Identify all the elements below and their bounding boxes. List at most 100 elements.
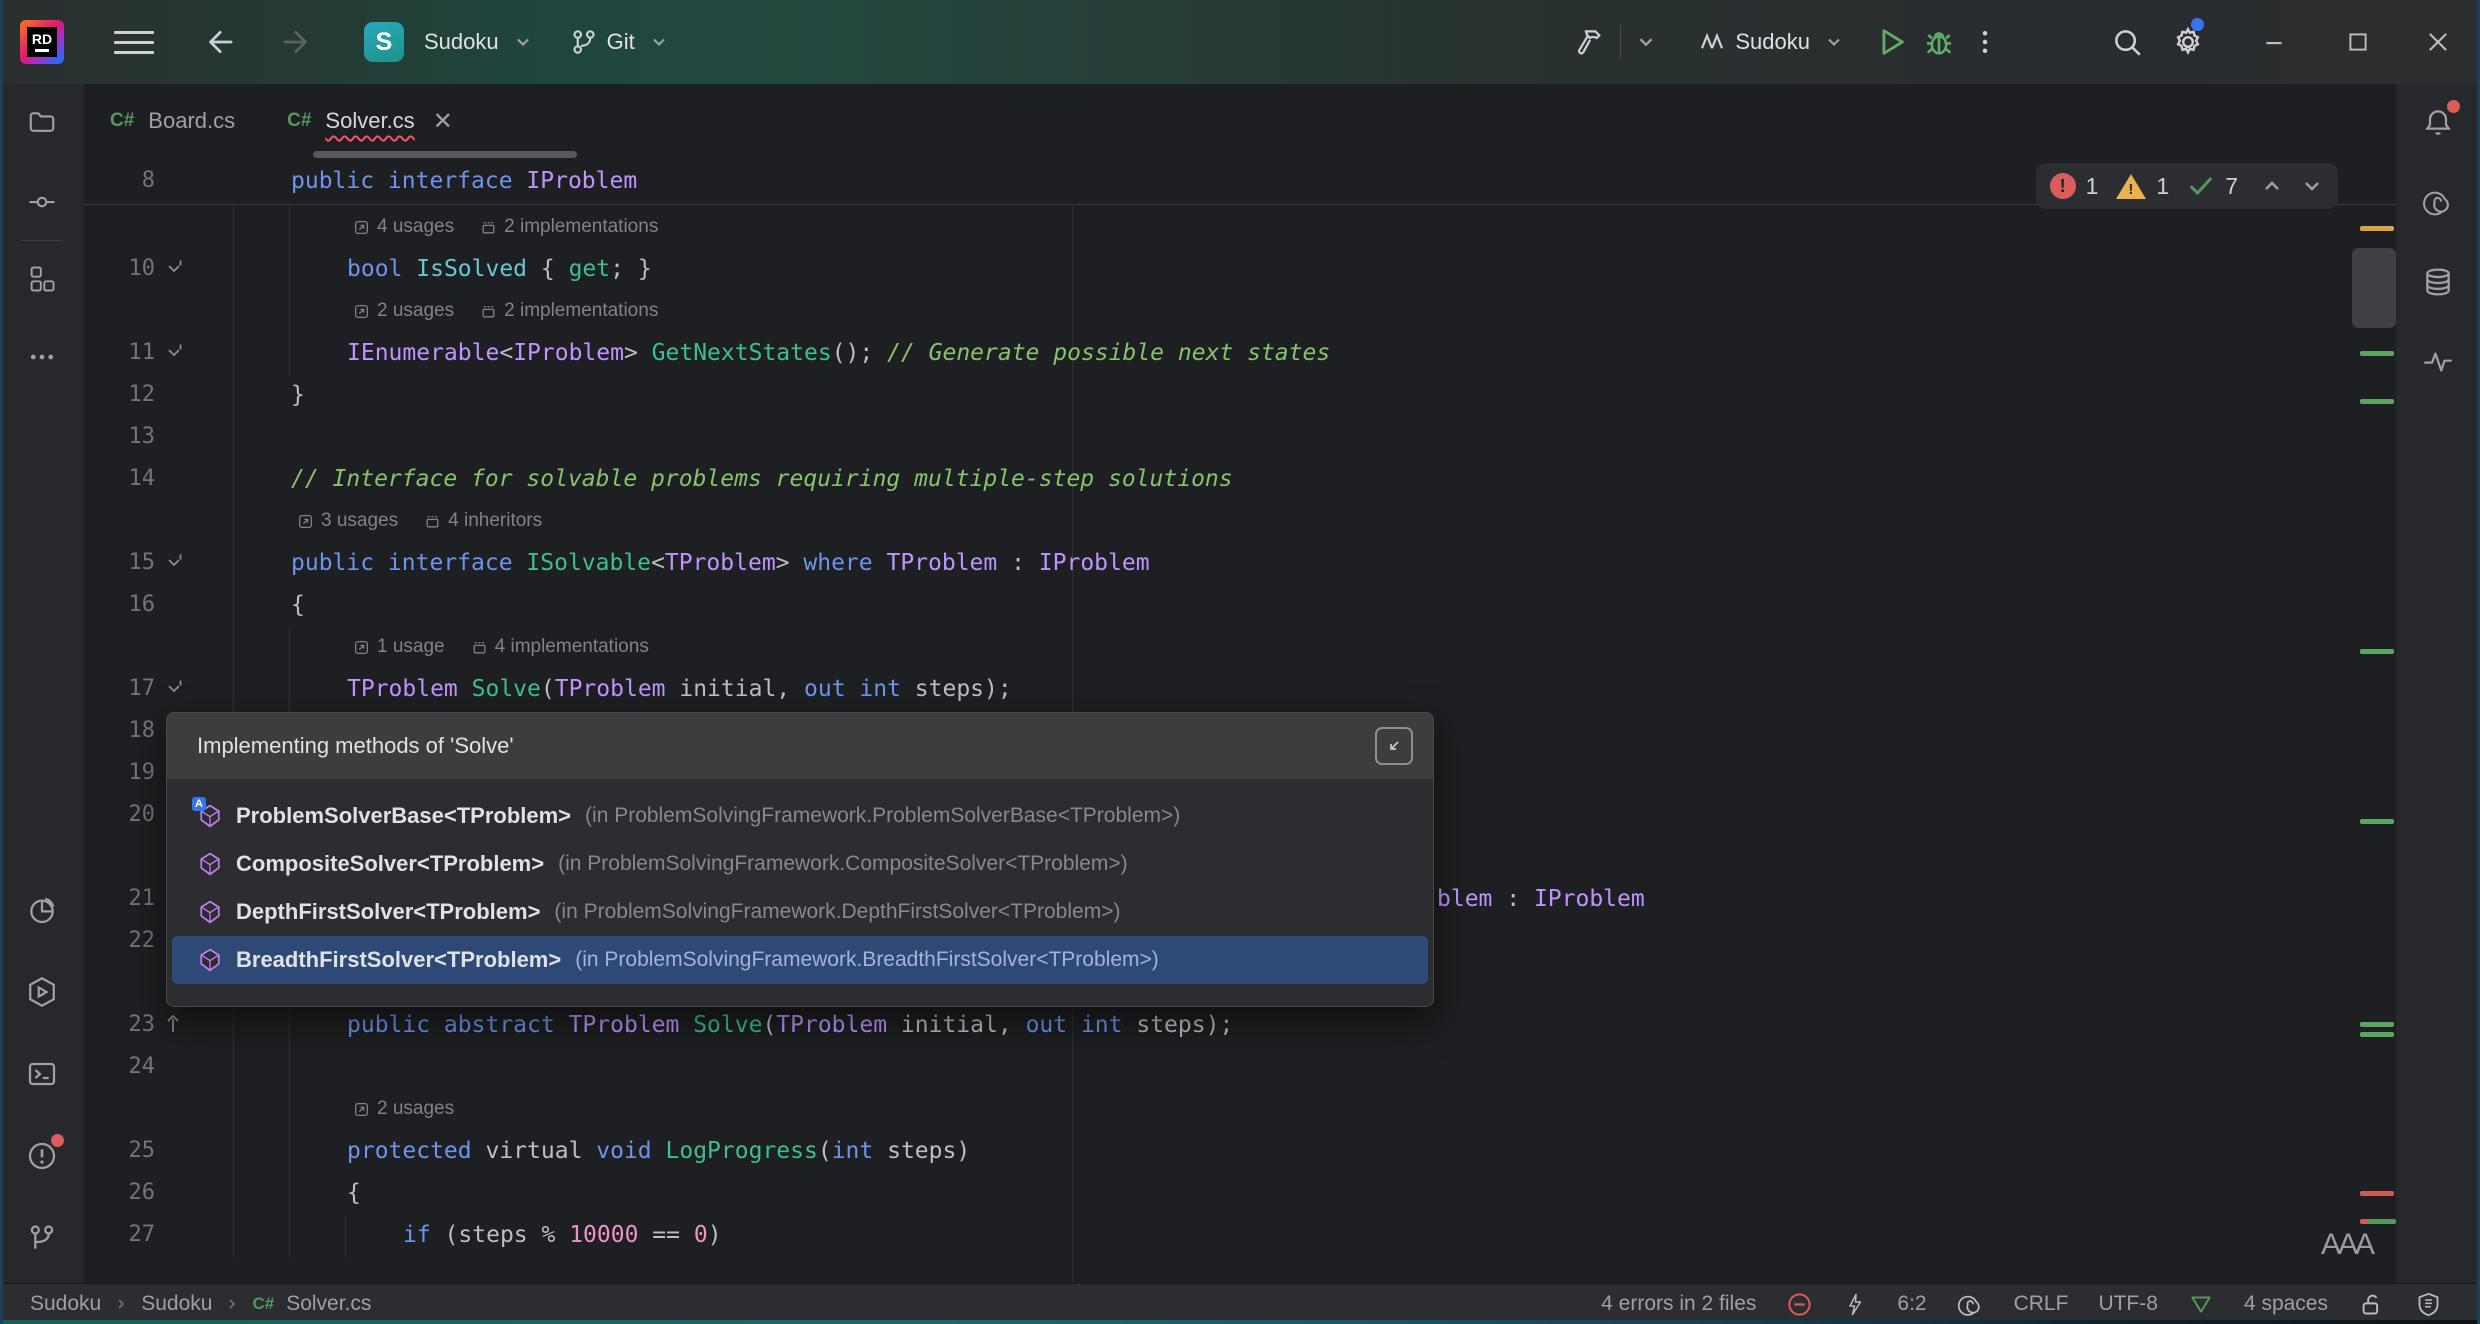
notifications-button[interactable] xyxy=(2410,94,2466,150)
structure-toolwindow-button[interactable] xyxy=(14,251,70,307)
breadcrumb-file[interactable]: Solver.cs xyxy=(286,1292,371,1316)
indent-setting[interactable]: 4 spaces xyxy=(2244,1292,2328,1316)
tab-close-icon[interactable]: ✕ xyxy=(433,107,453,136)
fold-marker-icon[interactable] xyxy=(164,1014,184,1034)
maximize-button[interactable] xyxy=(2330,14,2386,70)
line-ending[interactable]: CRLF xyxy=(2014,1292,2069,1316)
tab-board-cs[interactable]: C# Board.cs xyxy=(84,84,261,158)
encoding[interactable]: UTF-8 xyxy=(2098,1292,2158,1316)
caret-position[interactable]: 6:2 xyxy=(1897,1292,1926,1316)
prev-problem-chevron[interactable] xyxy=(2260,174,2284,198)
error-stripe-mark[interactable] xyxy=(2360,1191,2394,1196)
terminal-toolwindow-button[interactable] xyxy=(14,1046,70,1102)
tab-scrollbar-thumb[interactable] xyxy=(313,151,577,158)
commit-toolwindow-button[interactable] xyxy=(14,174,70,230)
editor-scrollbar-thumb[interactable] xyxy=(2352,248,2396,328)
profiler-toolwindow-button[interactable] xyxy=(14,882,70,938)
code-vision-hint[interactable]: 3 usages4 inheritors xyxy=(84,500,2396,542)
minimize-button[interactable] xyxy=(2246,14,2302,70)
popup-item-compositesolver[interactable]: CompositeSolver<TProblem>(in ProblemSolv… xyxy=(172,840,1428,888)
error-stripe-mark[interactable] xyxy=(2360,819,2394,824)
vcs-branch-name: Git xyxy=(607,29,635,55)
error-stripe-mark[interactable] xyxy=(2360,351,2394,356)
popup-item-breadthfirstsolver[interactable]: BreadthFirstSolver<TProblem>(in ProblemS… xyxy=(172,936,1428,984)
no-entry-icon[interactable] xyxy=(1786,1291,1813,1318)
vcs-widget[interactable]: Git xyxy=(569,14,675,70)
error-stripe-mark[interactable] xyxy=(2360,649,2394,654)
code-line[interactable]: 12} xyxy=(84,374,2396,416)
code-line[interactable]: 16{ xyxy=(84,584,2396,626)
fold-marker-icon[interactable] xyxy=(164,552,184,572)
code-vision-hint[interactable]: 4 usages2 implementations xyxy=(84,206,2396,248)
problems-toolwindow-button[interactable] xyxy=(14,1128,70,1184)
code-line[interactable]: 26{ xyxy=(84,1172,2396,1214)
class-icon xyxy=(198,948,222,972)
highlighting-level-icon[interactable] xyxy=(2188,1291,2214,1317)
line-number: 15 xyxy=(84,542,155,584)
code-line[interactable]: 15public interface ISolvable<TProblem> w… xyxy=(84,542,2396,584)
git-toolwindow-button[interactable] xyxy=(14,1210,70,1266)
debug-button[interactable] xyxy=(1922,14,1956,70)
next-problem-chevron[interactable] xyxy=(2300,174,2324,198)
project-toolwindow-button[interactable] xyxy=(14,94,70,150)
build-button[interactable] xyxy=(1574,14,1606,70)
fold-marker-icon[interactable] xyxy=(164,258,184,278)
fold-marker-icon[interactable] xyxy=(164,342,184,362)
font-preview-widget: AAA xyxy=(2321,1228,2372,1262)
ai-status-icon[interactable] xyxy=(1957,1291,1984,1318)
implementations-popup: Implementing methods of 'Solve' AProblem… xyxy=(166,712,1434,1007)
code-line[interactable]: 25protected virtual void LogProgress(int… xyxy=(84,1130,2396,1172)
code-line[interactable]: 23public abstract TProblem Solve(TProble… xyxy=(84,1004,2396,1046)
run-config-widget[interactable]: Sudoku xyxy=(1697,14,1850,70)
more-actions-button[interactable] xyxy=(1970,14,2000,70)
code-line[interactable]: 14// Interface for solvable problems req… xyxy=(84,458,2396,500)
code-line[interactable]: 24 xyxy=(84,1046,2396,1088)
error-stripe-mark[interactable] xyxy=(2360,399,2394,404)
code-vision-hint[interactable]: 2 usages xyxy=(84,1088,2396,1130)
impl-icon xyxy=(480,219,497,236)
error-summary[interactable]: 4 errors in 2 files xyxy=(1601,1292,1756,1316)
database-button[interactable] xyxy=(2410,254,2466,310)
monitoring-button[interactable] xyxy=(2410,334,2466,390)
popup-item-depthfirstsolver[interactable]: DepthFirstSolver<TProblem>(in ProblemSol… xyxy=(172,888,1428,936)
lock-icon[interactable] xyxy=(2358,1291,2385,1318)
breadcrumb-item[interactable]: Sudoku xyxy=(141,1292,212,1316)
build-options-chevron[interactable] xyxy=(1635,14,1657,70)
more-toolwindows-button[interactable] xyxy=(14,329,70,385)
window-bottom-edge xyxy=(0,1320,2480,1324)
main-menu-button[interactable] xyxy=(114,24,154,61)
line-number: 19 xyxy=(84,752,155,794)
code-line[interactable]: 27if (steps % 10000 == 0) xyxy=(84,1214,2396,1256)
forward-button[interactable] xyxy=(280,25,314,59)
project-widget[interactable]: S Sudoku xyxy=(364,14,539,70)
code-vision-hint[interactable]: 2 usages2 implementations xyxy=(84,290,2396,332)
back-button[interactable] xyxy=(202,25,236,59)
power-save-icon[interactable] xyxy=(1843,1292,1867,1316)
code-line[interactable]: 13 xyxy=(84,416,2396,458)
shield-icon[interactable] xyxy=(2415,1291,2442,1318)
ide-window: RD S Sudoku Git xyxy=(0,0,2480,1324)
usages-icon xyxy=(353,639,370,656)
fold-marker-icon[interactable] xyxy=(164,678,184,698)
breadcrumb: Sudoku Sudoku C# Solver.cs xyxy=(30,1292,371,1316)
code-line[interactable]: 17TProblem Solve(TProblem initial, out i… xyxy=(84,668,2396,710)
code-line[interactable]: 11IEnumerable<IProblem> GetNextStates();… xyxy=(84,332,2396,374)
run-button[interactable] xyxy=(1874,14,1908,70)
search-everywhere-button[interactable] xyxy=(2110,14,2144,70)
tab-solver-cs[interactable]: C# Solver.cs ✕ xyxy=(261,84,479,158)
code-vision-hint[interactable]: 1 usage4 implementations xyxy=(84,626,2396,668)
unit-tests-toolwindow-button[interactable] xyxy=(14,964,70,1020)
popup-item-problemsolverbase[interactable]: AProblemSolverBase<TProblem>(in ProblemS… xyxy=(172,792,1428,840)
error-stripe-mark[interactable] xyxy=(2360,1022,2394,1027)
close-button[interactable] xyxy=(2410,14,2466,70)
ai-assistant-button[interactable] xyxy=(2410,174,2466,230)
error-stripe-mark[interactable] xyxy=(2360,1032,2394,1037)
open-as-toolwindow-button[interactable] xyxy=(1375,727,1413,765)
code-line[interactable]: 10bool IsSolved { get; } xyxy=(84,248,2396,290)
usages-icon xyxy=(353,1101,370,1118)
error-stripe-mark[interactable] xyxy=(2360,226,2394,231)
breadcrumb-item[interactable]: Sudoku xyxy=(30,1292,101,1316)
inspections-widget[interactable]: ! 1 ! 1 7 xyxy=(2036,163,2338,209)
chevron-right-icon xyxy=(113,1296,129,1312)
settings-button[interactable] xyxy=(2170,14,2206,70)
